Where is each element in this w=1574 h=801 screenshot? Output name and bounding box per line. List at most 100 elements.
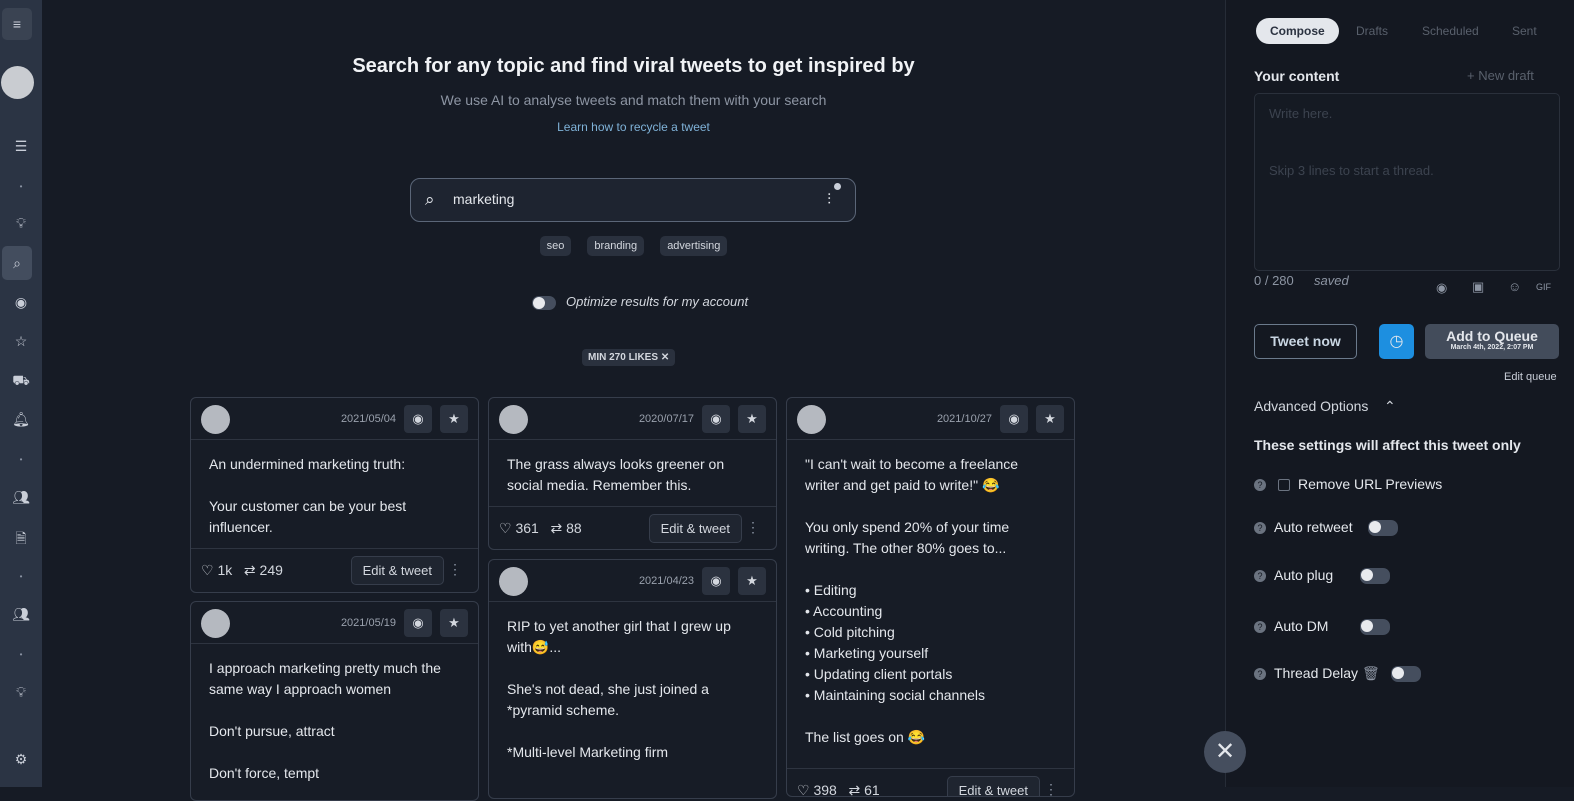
avatar: [499, 405, 528, 434]
tweet-date: 2021/04/23: [638, 575, 694, 587]
close-button[interactable]: ✕: [1204, 731, 1246, 773]
star-icon[interactable]: ☆: [0, 333, 42, 350]
menu-icon[interactable]: ≡: [2, 8, 32, 40]
lightbulb-icon[interactable]: 💡︎: [0, 215, 42, 232]
tweet-textarea[interactable]: Write here. Skip 3 lines to start a thre…: [1254, 93, 1560, 271]
option-auto-dm: ? Auto DM: [1254, 618, 1400, 636]
image-icon[interactable]: ▣: [1472, 279, 1484, 295]
tweet-card: 2021/10/27 ◉ ★ "I can't wait to become a f…: [786, 397, 1075, 797]
avatar: [797, 405, 826, 434]
tweet-card: 2021/04/23 ◉ ★ RIP to yet another girl tha…: [488, 559, 777, 799]
help-icon: ?: [1254, 522, 1266, 535]
list-icon[interactable]: ☰: [0, 138, 42, 155]
robot-icon[interactable]: ◉: [1436, 280, 1447, 296]
avatar: [499, 567, 528, 596]
more-icon[interactable]: ⋮: [746, 519, 760, 536]
users-icon[interactable]: 👥︎: [0, 489, 42, 506]
tweet-now-button[interactable]: Tweet now: [1254, 324, 1357, 359]
star-icon[interactable]: ★: [1036, 405, 1064, 433]
document-icon[interactable]: 🗎: [0, 528, 42, 552]
tweet-card: 2021/05/04 ◉ ★ An undermined marketing tru…: [190, 397, 479, 593]
star-icon[interactable]: ★: [738, 405, 766, 433]
optimize-option: Optimize results for my account: [532, 294, 748, 310]
users-icon[interactable]: 👥︎: [0, 606, 42, 623]
tweet-date: 2021/10/27: [936, 413, 992, 425]
avatar: [201, 405, 230, 434]
dot-icon: •: [19, 650, 23, 659]
search-input[interactable]: [453, 191, 793, 207]
tweet-text: I approach marketing pretty much the sam…: [209, 660, 441, 781]
new-draft-button[interactable]: + New draft: [1467, 68, 1534, 83]
add-queue-label: Add to Queue: [1446, 328, 1538, 344]
gif-button[interactable]: GIF: [1536, 282, 1551, 292]
avatar[interactable]: [1, 66, 34, 99]
robot-icon[interactable]: ◉: [702, 567, 730, 595]
edit-queue-link[interactable]: Edit queue: [1504, 371, 1557, 383]
star-icon[interactable]: ★: [440, 405, 468, 433]
tweet-text: "I can't wait to become a freelance writ…: [805, 456, 1019, 745]
tweet-text: An undermined marketing truth: Your cust…: [209, 456, 407, 535]
clock-icon[interactable]: ◷: [1379, 324, 1414, 359]
tab-compose[interactable]: Compose: [1256, 18, 1339, 44]
edit-tweet-button[interactable]: Edit & tweet: [350, 556, 444, 585]
learn-link[interactable]: Learn how to recycle a tweet: [42, 120, 1225, 134]
more-icon[interactable]: ⋮: [448, 561, 462, 578]
tweet-stats: ♡ 398 ⇄ 61: [797, 782, 880, 797]
advanced-options-toggle[interactable]: Advanced Options ⌃: [1254, 398, 1396, 415]
your-content-label: Your content: [1254, 68, 1340, 84]
emoji-icon[interactable]: ☺: [1508, 279, 1521, 294]
settings-note: These settings will affect this tweet on…: [1254, 437, 1521, 453]
chevron-up-icon: ⌃: [1383, 398, 1396, 414]
dot-icon: •: [19, 572, 23, 581]
gear-icon[interactable]: ⚙: [0, 751, 42, 768]
option-thread-delay: ? Thread Delay 🗑︎: [1254, 665, 1431, 683]
close-icon[interactable]: ✕: [661, 352, 669, 363]
filter-indicator-dot: [834, 183, 841, 190]
avatar: [201, 609, 230, 638]
filter-chip[interactable]: MIN 270 LIKES ✕: [582, 349, 676, 366]
help-icon: ?: [1254, 570, 1266, 583]
robot-icon[interactable]: ◉: [404, 405, 432, 433]
add-to-queue-button[interactable]: Add to Queue March 4th, 2022, 2:07 PM: [1425, 324, 1559, 359]
option-remove-url-previews: ? Remove URL Previews: [1254, 476, 1442, 492]
bell-icon[interactable]: 🔔︎: [0, 411, 42, 428]
robot-icon[interactable]: ◉: [404, 609, 432, 637]
trash-icon: 🗑︎: [1361, 665, 1380, 681]
search-icon[interactable]: ⌕: [2, 246, 32, 280]
help-icon: ?: [1254, 621, 1266, 634]
tweet-card: 2020/07/17 ◉ ★ The grass always looks gree…: [488, 397, 777, 550]
suggestion-chip[interactable]: seo: [539, 236, 572, 256]
tab-scheduled[interactable]: Scheduled: [1408, 18, 1493, 44]
tweet-text: RIP to yet another girl that I grew up w…: [507, 618, 731, 760]
edit-tweet-button[interactable]: Edit & tweet: [648, 514, 742, 543]
toggle[interactable]: [1359, 619, 1390, 636]
toggle[interactable]: [1391, 666, 1422, 683]
toggle[interactable]: [1368, 520, 1399, 537]
robot-icon[interactable]: ◉: [0, 294, 42, 311]
lightbulb-icon[interactable]: 💡︎: [0, 684, 42, 701]
tweet-date: 2020/07/17: [638, 413, 694, 425]
robot-icon[interactable]: ◉: [702, 405, 730, 433]
robot-icon[interactable]: ◉: [1000, 405, 1028, 433]
car-icon[interactable]: ⛟: [0, 372, 42, 391]
suggestion-chip[interactable]: advertising: [660, 236, 728, 256]
filter-icon[interactable]: ⫶: [827, 191, 831, 208]
tweet-date: 2021/05/04: [340, 413, 396, 425]
suggestion-chip[interactable]: branding: [587, 236, 645, 256]
optimize-toggle[interactable]: [532, 295, 556, 310]
more-icon[interactable]: ⋮: [1044, 781, 1058, 796]
page-subtitle: We use AI to analyse tweets and match th…: [440, 92, 827, 108]
checkbox[interactable]: [1278, 479, 1290, 492]
tab-drafts[interactable]: Drafts: [1342, 18, 1402, 44]
option-auto-retweet: ? Auto retweet: [1254, 519, 1408, 537]
tweet-card: 2021/05/19 ◉ ★ I approach marketing pretty…: [190, 601, 479, 801]
star-icon[interactable]: ★: [440, 609, 468, 637]
optimize-label: Optimize results for my account: [566, 294, 749, 309]
help-icon: ?: [1254, 479, 1266, 492]
dot-icon: •: [19, 455, 23, 464]
search-bar: ⌕ ⫶: [410, 178, 856, 222]
tab-sent[interactable]: Sent: [1498, 18, 1551, 44]
star-icon[interactable]: ★: [738, 567, 766, 595]
toggle[interactable]: [1360, 568, 1391, 585]
queue-time: March 4th, 2022, 2:07 PM: [1450, 344, 1534, 351]
